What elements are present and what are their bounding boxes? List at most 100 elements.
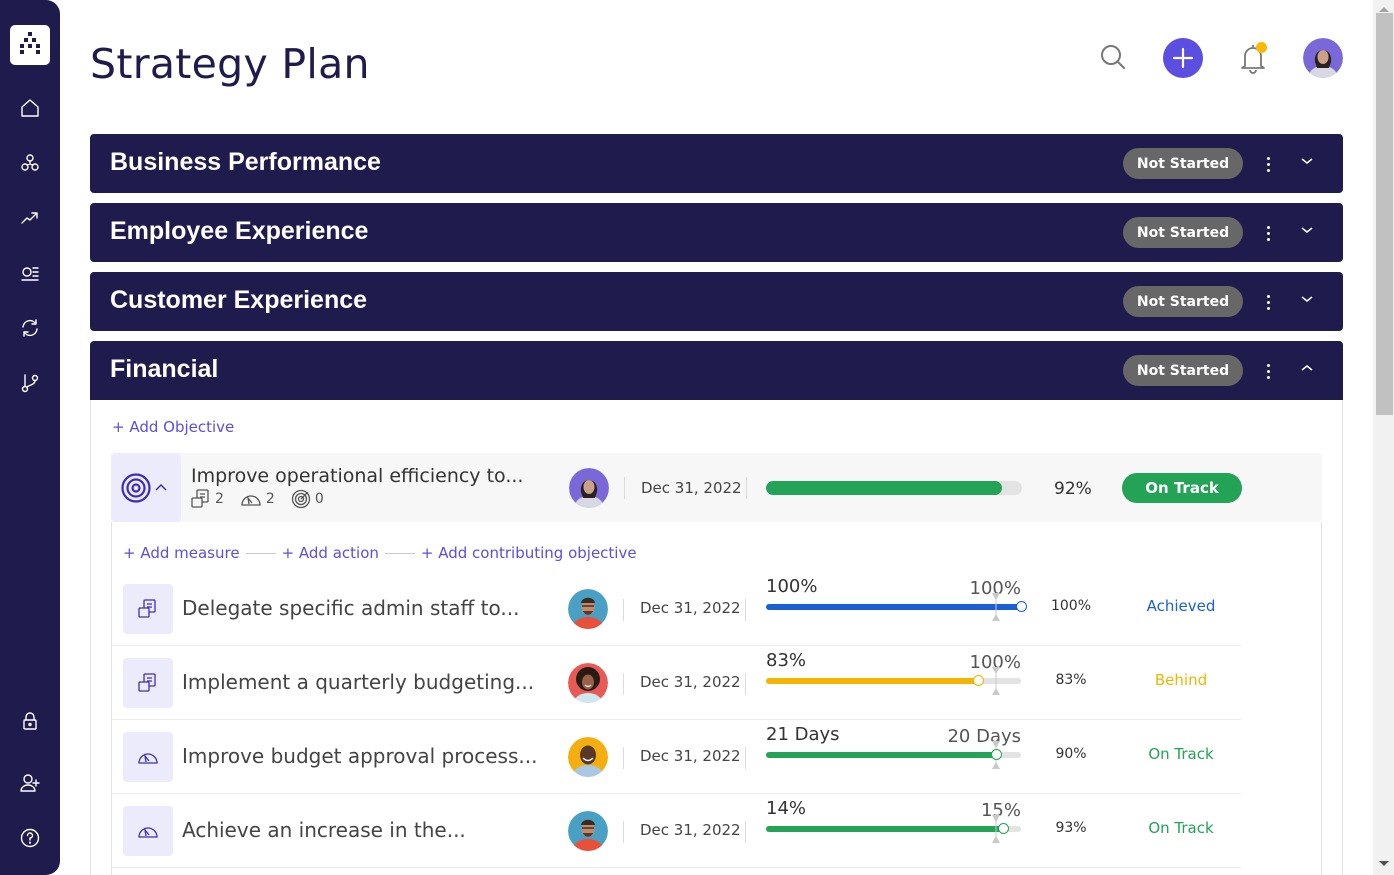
- owner-avatar[interactable]: [568, 589, 608, 629]
- status-badge: Not Started: [1123, 355, 1243, 386]
- chevron-up-icon[interactable]: [1299, 360, 1315, 376]
- section-title: Customer Experience: [110, 286, 368, 314]
- due-date: Dec 31, 2022: [640, 821, 741, 839]
- measure-title[interactable]: Delegate specific admin staff to...: [182, 596, 519, 620]
- measure-count: 2: [215, 491, 224, 507]
- target-icon: [291, 489, 310, 509]
- measure-row[interactable]: Implement a quarterly budgeting... Dec 3…: [111, 646, 1241, 720]
- objective-status-badge[interactable]: On Track: [1122, 473, 1242, 503]
- target-value: 100%: [969, 652, 1021, 673]
- trend-up-icon[interactable]: [18, 206, 42, 230]
- target-icon: [121, 473, 151, 503]
- row-type-button[interactable]: [123, 732, 173, 782]
- add-contributing-objective-link[interactable]: + Add contributing objective: [421, 544, 637, 562]
- status-badge: Not Started: [1123, 286, 1243, 317]
- section-financial[interactable]: Financial Not Started: [90, 341, 1343, 400]
- section-title: Financial: [110, 355, 219, 383]
- divider: [745, 747, 746, 769]
- sidebar: [0, 0, 60, 875]
- add-button[interactable]: [1163, 38, 1203, 78]
- gauge-icon: [138, 753, 158, 764]
- owner-avatar[interactable]: [568, 737, 608, 777]
- divider: [623, 673, 624, 695]
- measure-row[interactable]: Improve budget approval process... Dec 3…: [111, 720, 1241, 794]
- home-icon[interactable]: [18, 96, 42, 120]
- measure-icon: [138, 673, 156, 692]
- help-icon[interactable]: [18, 826, 42, 850]
- due-date: Dec 31, 2022: [641, 479, 742, 497]
- chevron-down-icon[interactable]: [1299, 291, 1315, 307]
- measure-title[interactable]: Achieve an increase in the...: [182, 818, 466, 842]
- gauge-icon: [241, 495, 261, 506]
- target-value: 15%: [980, 800, 1021, 821]
- more-options-icon[interactable]: [1260, 152, 1276, 176]
- chevron-down-icon[interactable]: [1299, 153, 1315, 169]
- chevron-down-icon[interactable]: [1299, 222, 1315, 238]
- scroll-thumb[interactable]: [1376, 13, 1393, 415]
- progress-knob: [990, 749, 1002, 760]
- measure-title[interactable]: Implement a quarterly budgeting...: [182, 670, 534, 694]
- section-employee-experience[interactable]: Employee Experience Not Started: [90, 203, 1343, 262]
- more-options-icon[interactable]: [1260, 290, 1276, 314]
- scroll-down-icon[interactable]: [1378, 859, 1390, 869]
- divider: [745, 599, 746, 621]
- row-type-button[interactable]: [123, 584, 173, 634]
- objective-counts: 2 2 0: [191, 489, 334, 509]
- divider: [623, 821, 624, 843]
- add-action-link[interactable]: + Add action: [282, 544, 379, 562]
- owner-avatar[interactable]: [568, 811, 608, 851]
- target-value: 100%: [969, 578, 1021, 599]
- actual-value: 100%: [766, 576, 818, 597]
- app-logo[interactable]: [10, 25, 50, 65]
- progress-fill: [766, 752, 996, 758]
- measure-title[interactable]: Improve budget approval process...: [182, 744, 537, 768]
- objective-progress-bar: [766, 481, 1022, 495]
- divider: [745, 821, 746, 843]
- measure-row[interactable]: Delegate specific admin staff to... Dec …: [111, 572, 1241, 646]
- objective-count: 0: [314, 491, 324, 507]
- list-icon[interactable]: [18, 261, 42, 285]
- branch-icon[interactable]: [18, 371, 42, 395]
- objective-toggle[interactable]: [111, 453, 181, 522]
- measure-progress-bar: [766, 593, 1027, 621]
- measure-icon: [138, 599, 156, 618]
- measure-status: Behind: [1154, 671, 1208, 689]
- divider: [624, 477, 625, 499]
- progress-fill: [766, 481, 1002, 495]
- add-objective-link[interactable]: + Add Objective: [112, 418, 234, 436]
- section-customer-experience[interactable]: Customer Experience Not Started: [90, 272, 1343, 331]
- refresh-icon[interactable]: [18, 316, 42, 340]
- notification-dot: [1256, 42, 1267, 53]
- owner-avatar[interactable]: [568, 663, 608, 703]
- more-options-icon[interactable]: [1260, 221, 1276, 245]
- divider: [245, 552, 276, 554]
- user-avatar[interactable]: [1303, 38, 1343, 78]
- section-business-performance[interactable]: Business Performance Not Started: [90, 134, 1343, 193]
- chevron-up-icon: [155, 483, 167, 491]
- measure-status: Achieved: [1146, 597, 1216, 615]
- user-plus-icon[interactable]: [18, 771, 42, 795]
- row-type-button[interactable]: [123, 658, 173, 708]
- action-count: 2: [265, 491, 275, 507]
- row-type-button[interactable]: [123, 806, 173, 856]
- divider: [745, 673, 746, 695]
- measure-percent: 90%: [1055, 746, 1087, 762]
- objective-row[interactable]: Improve operational efficiency to... 2 2…: [111, 453, 1322, 522]
- owner-avatar[interactable]: [569, 468, 609, 508]
- scrollbar[interactable]: [1373, 0, 1394, 875]
- section-title: Business Performance: [110, 148, 381, 176]
- objective-title[interactable]: Improve operational efficiency to...: [191, 465, 523, 487]
- search-button[interactable]: [1096, 40, 1130, 74]
- progress-fill: [766, 604, 1021, 610]
- add-measure-link[interactable]: + Add measure: [123, 544, 240, 562]
- progress-fill: [766, 826, 1004, 832]
- lock-icon[interactable]: [18, 709, 42, 733]
- hierarchy-icon[interactable]: [18, 151, 42, 175]
- objective-progress-label: 92%: [1054, 479, 1092, 499]
- notifications-button[interactable]: [1236, 40, 1270, 76]
- progress-knob: [998, 823, 1010, 834]
- divider: [746, 477, 747, 499]
- actual-value: 83%: [766, 650, 807, 671]
- more-options-icon[interactable]: [1260, 359, 1276, 383]
- measure-row[interactable]: Achieve an increase in the... Dec 31, 20…: [111, 794, 1241, 868]
